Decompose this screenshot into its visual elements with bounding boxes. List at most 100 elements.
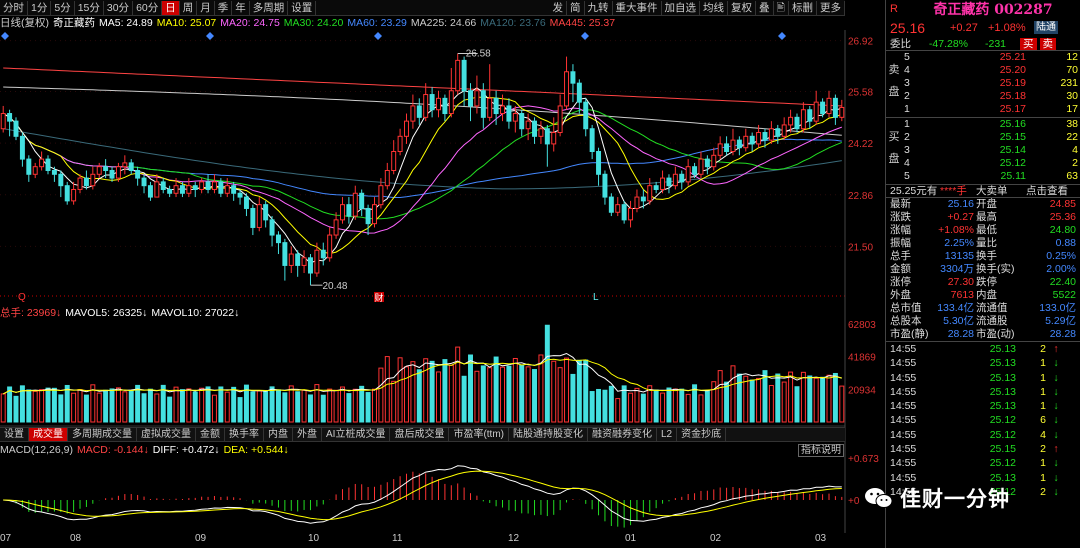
cai-marker[interactable]: 财	[375, 292, 384, 303]
indicator-tab[interactable]: 外盘	[293, 428, 322, 441]
arrow-down-icon: ↓	[1053, 457, 1059, 470]
bid-level[interactable]: 1 25.16 38	[886, 118, 1080, 131]
tool-button[interactable]: 加自选	[662, 0, 701, 15]
tool-button[interactable]: 重大事件	[613, 0, 662, 15]
volume-bar	[679, 388, 685, 423]
tool-button[interactable]: 发	[550, 0, 568, 15]
level-qty: 4	[1072, 144, 1078, 156]
tool-button[interactable]: 九转	[585, 0, 613, 15]
tool-button[interactable]: 标删	[789, 0, 817, 15]
period-button[interactable]: 季	[215, 0, 233, 15]
tool-button[interactable]: 更多	[817, 0, 845, 15]
price-axis-label: 26.92	[848, 37, 873, 48]
bid-level[interactable]: 3 25.14 4	[886, 144, 1080, 157]
level-price: 25.21	[999, 51, 1026, 63]
indicator-tab[interactable]: 金额	[196, 428, 225, 441]
indicator-tab[interactable]: 资金抄底	[677, 428, 727, 441]
buy-button[interactable]: 买	[1020, 38, 1037, 50]
ask-level[interactable]: 1 25.17 17	[886, 103, 1080, 116]
kline-chart[interactable]: 26.92 25.58 24.22 22.86 21.50 26.58 20.48 Q 财 L 62…	[0, 30, 885, 533]
indicator-help-button[interactable]: 指标说明	[798, 444, 844, 457]
indicator-tab[interactable]: 盘后成交量	[390, 428, 450, 441]
period-button[interactable]: 1分	[28, 0, 52, 15]
volume-bar	[442, 359, 448, 423]
level-index: 5	[904, 51, 910, 63]
ask-side-label: 卖盘	[888, 64, 900, 98]
tick-price: 25.13	[989, 343, 1016, 355]
level-index: 3	[904, 77, 910, 89]
volume-bar	[839, 385, 845, 423]
period-button[interactable]: 30分	[104, 0, 134, 15]
indicator-tab[interactable]: 成交量	[29, 428, 68, 441]
month-label: 01	[625, 533, 637, 544]
q-marker[interactable]: Q	[18, 292, 26, 303]
tool-button[interactable]: 复权	[728, 0, 757, 15]
view-big-order-link[interactable]: 点击查看	[1026, 185, 1068, 197]
tool-button[interactable]: 叠	[756, 0, 774, 15]
period-button[interactable]: 分时	[0, 0, 28, 15]
volume-bar	[704, 390, 710, 423]
price-change: +0.27	[950, 22, 978, 34]
tick-row: 14:55 25.13 2 ↑	[886, 342, 1080, 356]
volume-bar	[167, 396, 173, 423]
indicator-tab[interactable]: 市盈率(ttm)	[449, 428, 509, 441]
code-prefix: R	[890, 3, 898, 15]
period-button[interactable]: 15分	[75, 0, 104, 15]
tool-button[interactable]: 简	[567, 0, 585, 15]
arrow-down-icon: ↓	[1053, 400, 1059, 413]
indicator-tab[interactable]: 虚拟成交量	[137, 428, 196, 441]
l-marker[interactable]: L	[593, 292, 599, 303]
level-index: 3	[904, 144, 910, 156]
indicator-tab[interactable]: 陆股通持股变化	[509, 428, 588, 441]
volume-bar	[525, 366, 531, 423]
quote-value: 5522	[1052, 289, 1076, 301]
indicator-tab[interactable]: L2	[657, 428, 678, 441]
indicator-tab[interactable]: 内盘	[264, 428, 293, 441]
indicator-tab[interactable]: 换手率	[225, 428, 264, 441]
volume-bar	[826, 374, 832, 423]
indicator-tab[interactable]: AI立桩成交量	[322, 428, 391, 441]
quote-label: 振幅	[890, 237, 911, 249]
tick-time: 14:55	[890, 357, 917, 370]
ask-level[interactable]: 3 25.19 231	[886, 77, 1080, 90]
indicator-tab[interactable]: 设置	[0, 428, 29, 441]
volume-bar	[506, 365, 512, 423]
ma-legend-item: MA120: 23.76	[480, 17, 546, 29]
arrow-down-icon: ↓	[1053, 471, 1059, 484]
volume-bar	[154, 393, 160, 423]
period-button[interactable]: 60分	[133, 0, 163, 15]
ma-legend-item: MA20: 24.75	[220, 17, 280, 29]
indicator-tab[interactable]: 多周期成交量	[68, 428, 137, 441]
ask-level[interactable]: 4 25.20 70	[886, 64, 1080, 77]
low-marker: 20.48	[322, 281, 347, 292]
tick-time: 14:55	[890, 385, 917, 398]
quote-value: 22.40	[1049, 276, 1076, 288]
tool-button[interactable]: 均线	[700, 0, 729, 15]
quote-row: 市盈(静) 28.28 市盈(动) 28.28	[886, 328, 1080, 341]
volume-bar	[423, 358, 429, 423]
quote-label: 流通股	[976, 315, 1008, 327]
watermark: 佳财一分钟	[864, 478, 1010, 518]
tick-qty: 2	[1040, 343, 1046, 355]
tool-button[interactable]: 🖹	[774, 0, 789, 15]
period-button[interactable]: 设置	[288, 0, 317, 15]
volume-bar	[736, 373, 742, 423]
ask-level[interactable]: 5 25.21 12	[886, 51, 1080, 64]
volume-legend-item: MAVOL10: 27022↓	[151, 307, 240, 319]
period-button[interactable]: 周	[180, 0, 198, 15]
period-button[interactable]: 日	[162, 0, 180, 15]
period-button[interactable]: 多周期	[250, 0, 289, 15]
tick-price: 25.13	[989, 400, 1016, 413]
bid-level[interactable]: 2 25.15 22	[886, 131, 1080, 144]
period-button[interactable]: 年	[232, 0, 250, 15]
bid-level[interactable]: 5 25.11 63	[886, 170, 1080, 183]
period-button[interactable]: 月	[197, 0, 215, 15]
period-button[interactable]: 5分	[51, 0, 75, 15]
indicator-tab[interactable]: 融资融券变化	[588, 428, 657, 441]
ask-level[interactable]: 2 25.18 30	[886, 90, 1080, 103]
tick-price: 25.15	[989, 443, 1016, 456]
candle	[608, 193, 614, 217]
sell-button[interactable]: 卖	[1039, 38, 1056, 50]
level-qty: 38	[1066, 118, 1078, 130]
bid-level[interactable]: 4 25.12 2	[886, 157, 1080, 170]
